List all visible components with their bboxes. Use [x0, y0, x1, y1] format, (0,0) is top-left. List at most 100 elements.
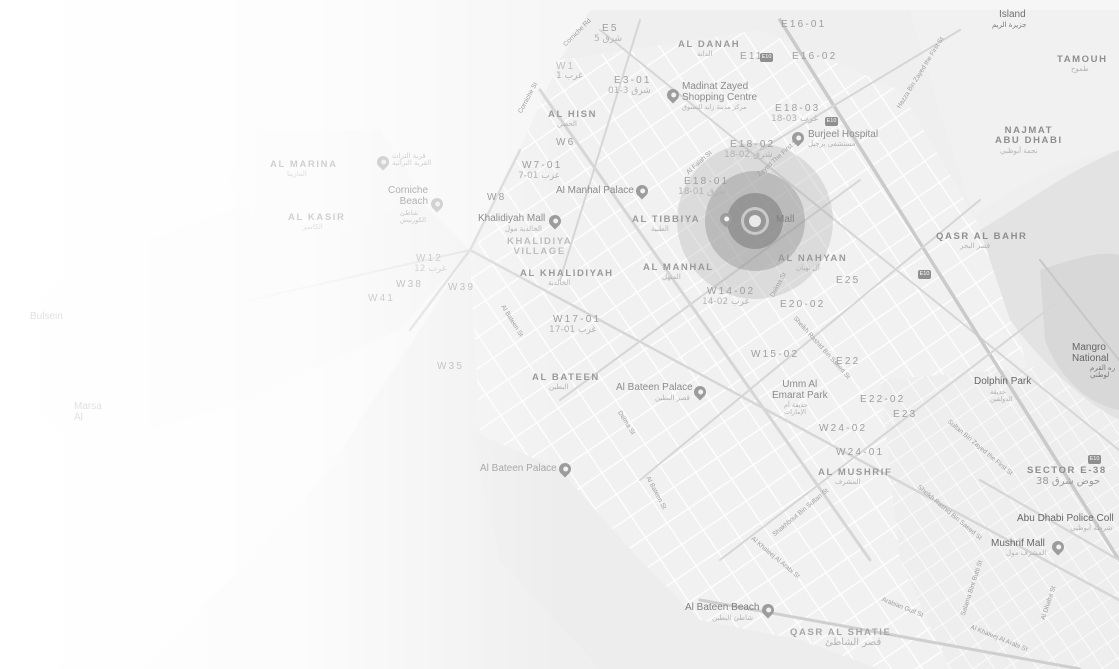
sector-w39: W39: [448, 282, 476, 293]
sector-w41: W41: [368, 293, 396, 304]
marsa-label: Marsa Al: [74, 401, 102, 423]
poi-police-college[interactable]: Abu Dhabi Police Coll: [1017, 513, 1114, 525]
reem-island-label-ar: جزيرة الريم: [992, 21, 1027, 29]
district-al-hisn-ar: الحصن: [557, 120, 577, 128]
sector-e5-ar: شرق 5: [594, 34, 623, 44]
sector-w24-02: W24-02: [819, 423, 868, 434]
location-dot: [749, 215, 761, 227]
sector-w8: W8: [487, 192, 507, 203]
poi-al-bateen-beach-ar: شاطئ البطين: [712, 614, 754, 622]
district-qasr-al-bahr-ar: قصر البحر: [960, 242, 991, 250]
sector-w6: W6: [556, 137, 576, 148]
district-sector-e38-ar: حوض شرق 38: [1036, 476, 1101, 487]
highway-shield-e10-3: E10: [918, 270, 931, 279]
map-view[interactable]: Mall AL DANAH الدانة AL HISN الحصن AL MA…: [0, 0, 1119, 669]
district-al-khalidiyah-ar: الخالدية: [548, 279, 571, 287]
district-al-khalidiyah: AL KHALIDIYAH: [520, 268, 614, 279]
poi-al-bateen-beach[interactable]: Al Bateen Beach: [685, 602, 760, 614]
sector-w1-ar: غرب 1: [556, 71, 583, 81]
district-al-tibbiya: AL TIBBIYA: [632, 214, 701, 225]
poi-corniche-beach-ar: شاطئ الكورنيش: [400, 209, 426, 224]
poi-madinat-zayed-ar: مركز مدينة زايد للتسوق: [682, 103, 747, 111]
sector-e18-02-ar: شرق 02-18: [724, 150, 773, 160]
west-locality-label: Bulsein: [30, 311, 63, 322]
sector-e18-03-ar: غرب 03-18: [771, 114, 819, 124]
district-qasr-al-shatie-ar: قصر الشاطئ: [825, 637, 882, 648]
sector-e18-03: E18-03: [775, 103, 821, 114]
poi-corniche-beach[interactable]: Corniche Beach: [388, 185, 428, 207]
sector-w12-ar: غرب 12: [414, 264, 447, 274]
sector-e3-01: E3-01: [614, 75, 652, 86]
sector-e20-02: E20-02: [780, 299, 826, 310]
sector-e16-02: E16-02: [792, 51, 838, 62]
district-al-bateen: AL BATEEN: [532, 372, 600, 383]
poi-burjeel-hospital-ar: مستشفى برجيل: [808, 140, 856, 148]
sector-e16-01: E16-01: [781, 19, 827, 30]
district-al-kasir: AL KASIR: [288, 212, 346, 223]
district-al-hisn: AL HISN: [548, 109, 598, 120]
sector-w14-02-ar: غرب 02-14: [702, 297, 750, 307]
sector-e18-01-ar: شرق 01-18: [678, 187, 727, 197]
district-najmat: NAJMAT ABU DHABI: [995, 125, 1063, 146]
district-qasr-al-bahr: QASR AL BAHR: [936, 231, 1028, 242]
district-al-danah-ar: الدانة: [697, 50, 713, 58]
mangrove-park-label-ar: ره القرم لوطني: [1090, 364, 1116, 380]
district-sector-e38: SECTOR E-38: [1027, 465, 1107, 476]
district-al-marina-ar: المارينا: [287, 170, 307, 178]
district-al-manhal-ar: المنهل: [662, 273, 681, 281]
district-tamouh: TAMOUH: [1057, 54, 1108, 65]
sector-e18-02: E18-02: [730, 139, 776, 150]
map-fade-overlay: [0, 0, 560, 669]
poi-mushrif-mall-ar: المشرف مول: [1006, 549, 1047, 557]
highway-shield-e10-4: E10: [1088, 455, 1101, 464]
sector-w38: W38: [396, 279, 424, 290]
district-al-bateen-ar: البطين: [549, 383, 569, 391]
district-al-nahyan-ar: آل نهيان: [796, 264, 820, 272]
poi-umm-al-emarat-park-ar: حديقة أم الإمارات: [784, 401, 808, 416]
district-al-mushrif: AL MUSHRIF: [818, 467, 893, 478]
district-al-danah: AL DANAH: [678, 39, 741, 50]
poi-mushrif-mall[interactable]: Mushrif Mall: [991, 538, 1045, 550]
poi-burjeel-hospital[interactable]: Burjeel Hospital: [808, 129, 878, 141]
district-al-nahyan: AL NAHYAN: [778, 253, 848, 264]
sector-e3-01-ar: شرق 3-01: [608, 86, 651, 96]
poi-heritage-ar: قرية التراث القرية التراثية: [392, 152, 432, 168]
reem-island-label: Island: [999, 9, 1026, 20]
poi-al-bateen-palace-ar: قصر البطين: [655, 394, 690, 402]
district-najmat-ar: نجمة أبوظبي: [1000, 147, 1038, 155]
sector-w35: W35: [437, 361, 465, 372]
highway-shield-e10: E10: [760, 53, 773, 62]
poi-al-bateen-palace[interactable]: Al Bateen Palace: [616, 382, 693, 394]
poi-madinat-zayed[interactable]: Madinat Zayed Shopping Centre: [682, 81, 757, 103]
highway-shield-e10-2: E10: [825, 117, 838, 126]
poi-dolphin-park[interactable]: Dolphin Park: [974, 376, 1031, 388]
sector-e18-01: E18-01: [684, 176, 730, 187]
sector-w17-01-ar: غرب 01-17: [549, 325, 597, 335]
district-al-manhal: AL MANHAL: [643, 262, 714, 273]
poi-dolphin-park-ar: حديقة الدولفين: [990, 388, 1013, 403]
sector-e5: E5: [602, 23, 619, 34]
poi-khalidiyah-mall-ar: الخالدية مول: [505, 225, 542, 233]
sector-e23: E23: [893, 409, 918, 420]
poi-umm-al-emarat-park[interactable]: Umm Al Emarat Park: [772, 379, 828, 401]
poi-khalidiyah-mall[interactable]: Khalidiyah Mall: [478, 213, 545, 225]
district-khalidiya-village: KHALIDIYA VILLAGE: [507, 236, 573, 257]
district-al-marina: AL MARINA: [270, 159, 338, 170]
poi-police-college-ar: شرطة أبوظبي: [1070, 524, 1113, 532]
sector-w14-02: W14-02: [707, 286, 756, 297]
sector-w7-01-ar: غرب 01-7: [518, 171, 560, 181]
sector-e22-02: E22-02: [860, 394, 906, 405]
sector-w17-01: W17-01: [553, 314, 602, 325]
poi-label-mall[interactable]: Mall: [776, 214, 794, 226]
district-tamouh-ar: طموح: [1071, 65, 1089, 73]
sector-w7-01: W7-01: [522, 160, 563, 171]
poi-al-manhal-palace[interactable]: Al Manhal Palace: [556, 185, 634, 197]
district-al-kasir-ar: الكاسر: [303, 223, 323, 231]
mangrove-park-label: Mangro National: [1072, 342, 1109, 364]
poi-al-bateen-palace-2[interactable]: Al Bateen Palace: [480, 463, 557, 475]
sector-w15-02: W15-02: [751, 349, 800, 360]
sector-w24-01: W24-01: [836, 447, 885, 458]
district-al-tibbiya-ar: الطبية: [651, 225, 669, 233]
sector-w12: W12: [416, 253, 444, 264]
district-al-mushrif-ar: المشرف: [835, 478, 861, 486]
